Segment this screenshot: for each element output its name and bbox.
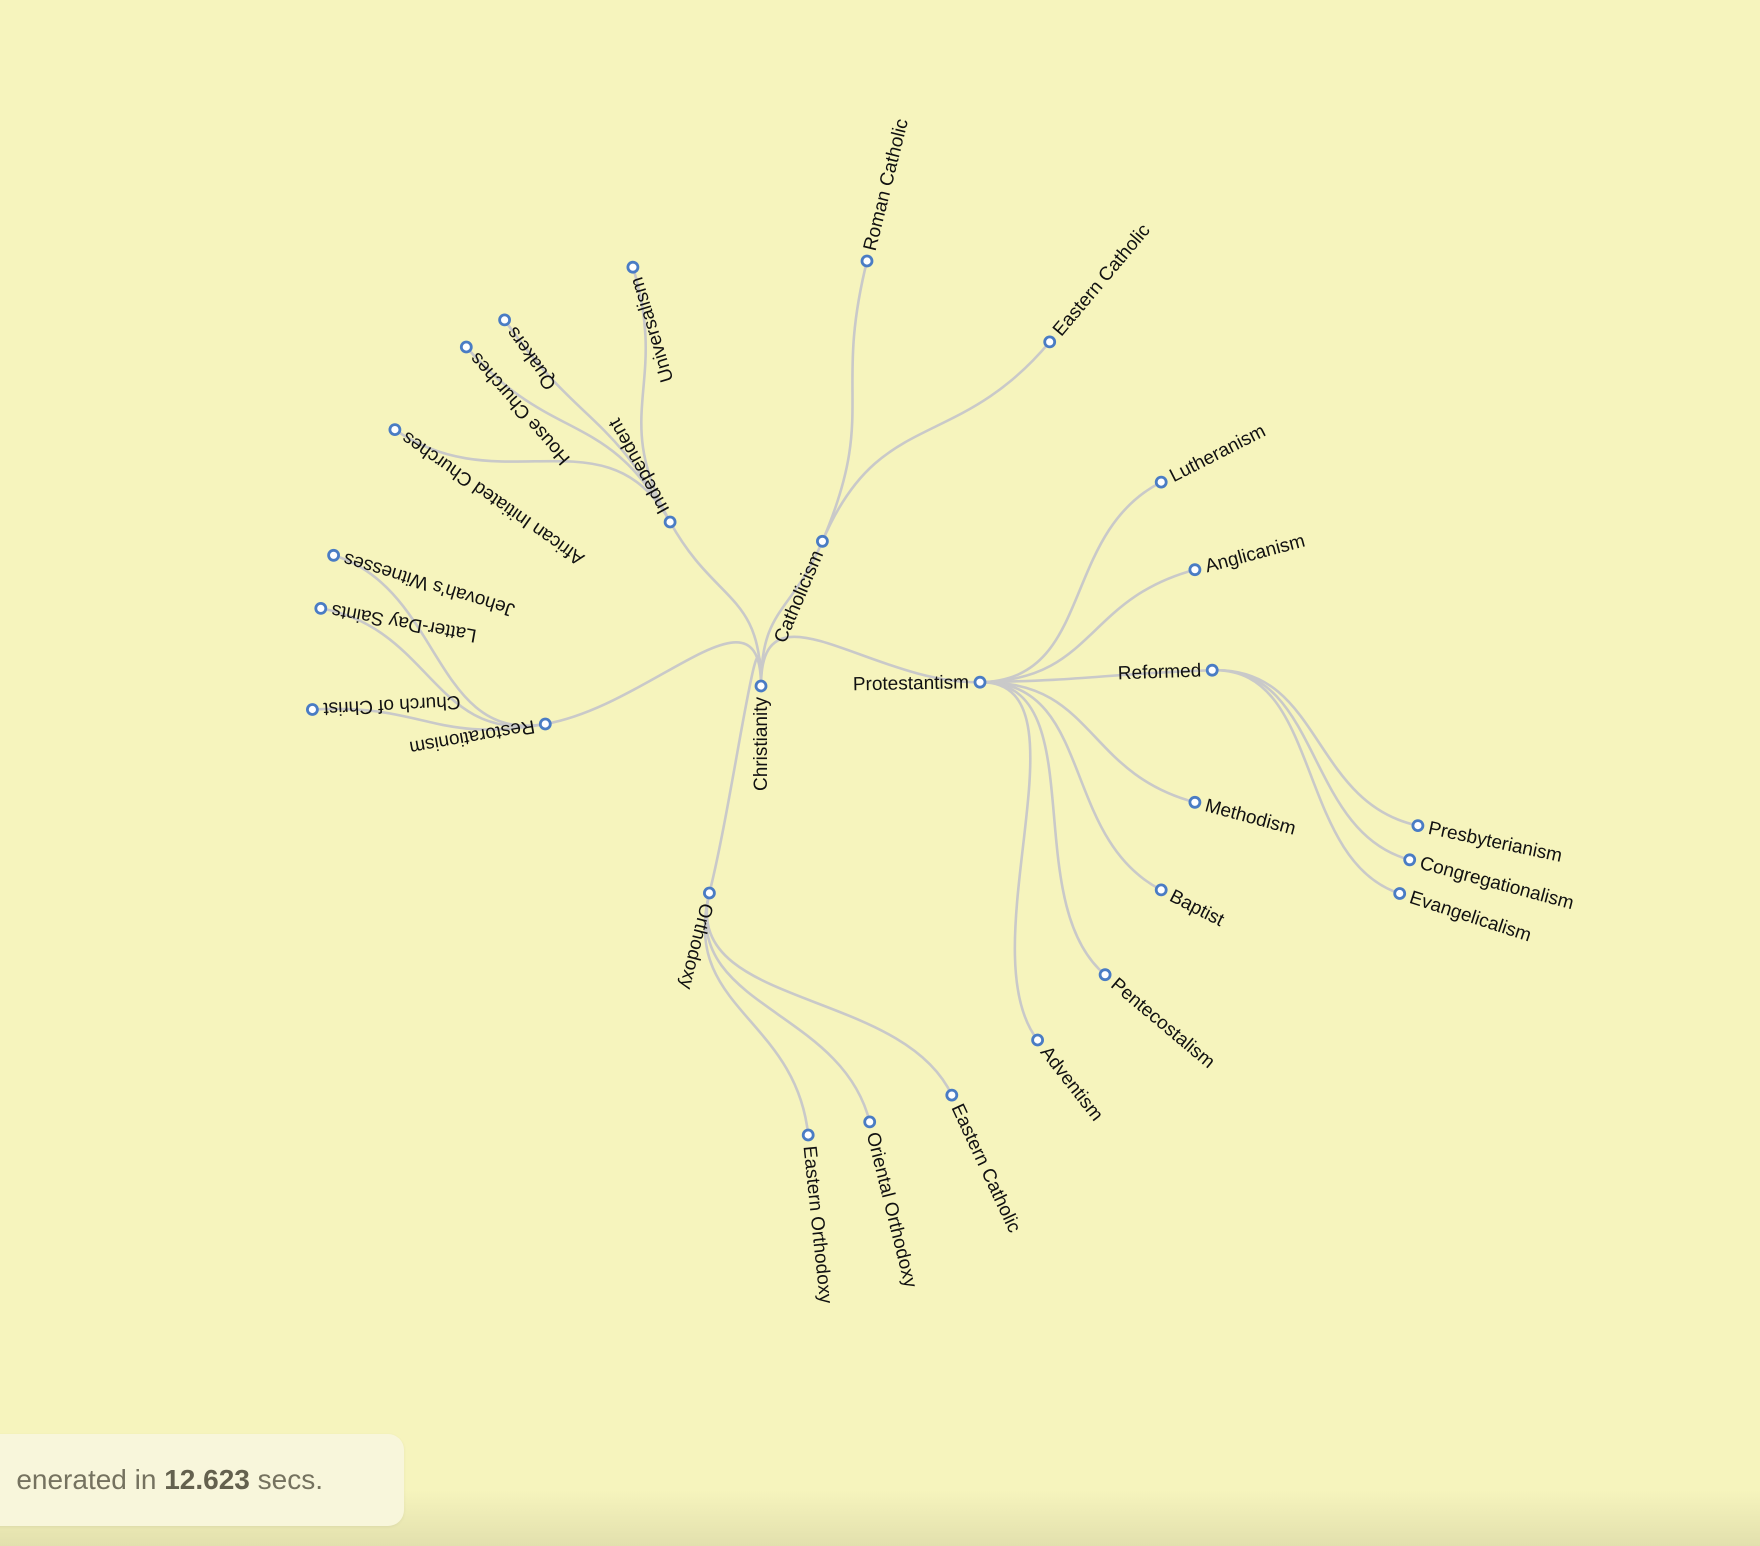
- tree-node-eastern-catholic[interactable]: Eastern Catholic: [945, 1088, 1025, 1236]
- node-marker[interactable]: [314, 602, 328, 615]
- tree-link: [979, 680, 1196, 804]
- tree-node-oriental-orthodoxy[interactable]: Oriental Orthodoxy: [862, 1115, 921, 1291]
- tree-link: [705, 892, 953, 1096]
- tree-node-catholicism[interactable]: Catholicism: [770, 534, 829, 646]
- tree-node-pentecostalism[interactable]: Pentecostalism: [1098, 968, 1219, 1073]
- tree-link: [1212, 668, 1411, 862]
- node-label: Methodism: [1203, 795, 1298, 839]
- node-marker[interactable]: [1393, 887, 1407, 900]
- node-marker[interactable]: [1205, 663, 1219, 677]
- node-marker[interactable]: [459, 340, 473, 354]
- node-label: Eastern Catholic: [1049, 220, 1155, 340]
- node-marker[interactable]: [1031, 1033, 1044, 1047]
- node-label: Pentecostalism: [1107, 974, 1219, 1073]
- tree-node-baptist[interactable]: Baptist: [1154, 883, 1228, 931]
- tree-node-universalism[interactable]: Universalism: [626, 260, 678, 385]
- node-label: Eastern Orthodoxy: [799, 1145, 836, 1305]
- node-marker[interactable]: [1188, 563, 1202, 577]
- node-marker[interactable]: [945, 1088, 959, 1102]
- node-marker[interactable]: [388, 423, 402, 437]
- node-label: Roman Catholic: [860, 117, 913, 253]
- tree-link: [545, 641, 763, 726]
- node-marker[interactable]: [1411, 819, 1425, 832]
- node-marker[interactable]: [1154, 475, 1168, 489]
- tree-node-church-of-christ[interactable]: Church of Christ: [305, 691, 461, 719]
- node-marker[interactable]: [863, 1115, 877, 1129]
- node-label: Church of Christ: [322, 691, 461, 719]
- node-marker[interactable]: [801, 1128, 815, 1142]
- node-marker[interactable]: [1043, 335, 1057, 349]
- tree-node-eastern-catholic[interactable]: Eastern Catholic: [1043, 220, 1155, 349]
- node-marker[interactable]: [538, 717, 552, 731]
- status-prefix: enerated in: [16, 1464, 157, 1495]
- node-label: Protestantism: [853, 672, 970, 695]
- node-label: Independent: [604, 414, 674, 517]
- tree-node-reformed[interactable]: Reformed: [1117, 660, 1219, 684]
- node-marker[interactable]: [498, 313, 512, 327]
- node-marker[interactable]: [1188, 795, 1202, 809]
- node-label: Baptist: [1166, 886, 1228, 931]
- tree-node-house-churches[interactable]: House Churches: [459, 340, 575, 469]
- tree-node-adventism[interactable]: Adventism: [1031, 1033, 1107, 1125]
- node-marker[interactable]: [703, 886, 716, 900]
- tree-node-eastern-orthodoxy[interactable]: Eastern Orthodoxy: [799, 1128, 836, 1305]
- tree-node-methodism[interactable]: Methodism: [1188, 795, 1298, 840]
- node-label: Catholicism: [770, 547, 828, 646]
- tree-node-latter-day-saints[interactable]: Latter-Day Saints: [314, 600, 478, 646]
- node-marker[interactable]: [626, 260, 640, 274]
- tree-link: [704, 892, 871, 1123]
- node-marker[interactable]: [305, 703, 319, 716]
- tree-nodes: Christianity Catholicism Roman Catholic Eas…: [305, 117, 1576, 1305]
- tree-node-anglicanism[interactable]: Anglicanism: [1188, 531, 1307, 578]
- node-marker[interactable]: [1403, 853, 1417, 867]
- node-marker[interactable]: [860, 254, 874, 268]
- node-label: Anglicanism: [1203, 531, 1307, 578]
- tree-node-roman-catholic[interactable]: Roman Catholic: [860, 117, 913, 268]
- tree-links: [312, 260, 1419, 1136]
- node-marker[interactable]: [663, 515, 677, 529]
- node-marker[interactable]: [1098, 968, 1112, 982]
- node-label: Eastern Catholic: [947, 1101, 1025, 1236]
- tree-link: [703, 892, 810, 1136]
- node-label: House Churches: [466, 348, 575, 469]
- node-marker[interactable]: [973, 675, 987, 689]
- status-suffix: secs.: [257, 1464, 323, 1495]
- tree-node-lutheranism[interactable]: Lutheranism: [1154, 421, 1269, 489]
- node-marker[interactable]: [327, 548, 341, 562]
- node-marker[interactable]: [816, 534, 829, 548]
- node-label: Universalism: [626, 275, 678, 385]
- tree-link: [1212, 668, 1419, 827]
- diagram-canvas: Christianity Catholicism Roman Catholic Eas…: [0, 0, 1760, 1546]
- status-toast: enerated in 12.623 secs.: [0, 1434, 404, 1526]
- tree-link: [821, 341, 1051, 542]
- node-label: Oriental Orthodoxy: [862, 1130, 921, 1290]
- node-marker[interactable]: [754, 679, 768, 693]
- tree-link: [1212, 668, 1401, 895]
- tree-node-christianity[interactable]: Christianity: [751, 679, 772, 791]
- node-label: Christianity: [751, 697, 772, 791]
- tree-link: [979, 680, 1039, 1041]
- radial-tree-diagram: Christianity Catholicism Roman Catholic Eas…: [305, 117, 1576, 1305]
- node-label: Lutheranism: [1166, 421, 1269, 487]
- node-label: Adventism: [1036, 1042, 1107, 1125]
- node-label: Reformed: [1117, 660, 1201, 684]
- tree-node-protestantism[interactable]: Protestantism: [853, 672, 987, 695]
- node-marker[interactable]: [1154, 883, 1168, 897]
- status-time: 12.623: [164, 1464, 250, 1495]
